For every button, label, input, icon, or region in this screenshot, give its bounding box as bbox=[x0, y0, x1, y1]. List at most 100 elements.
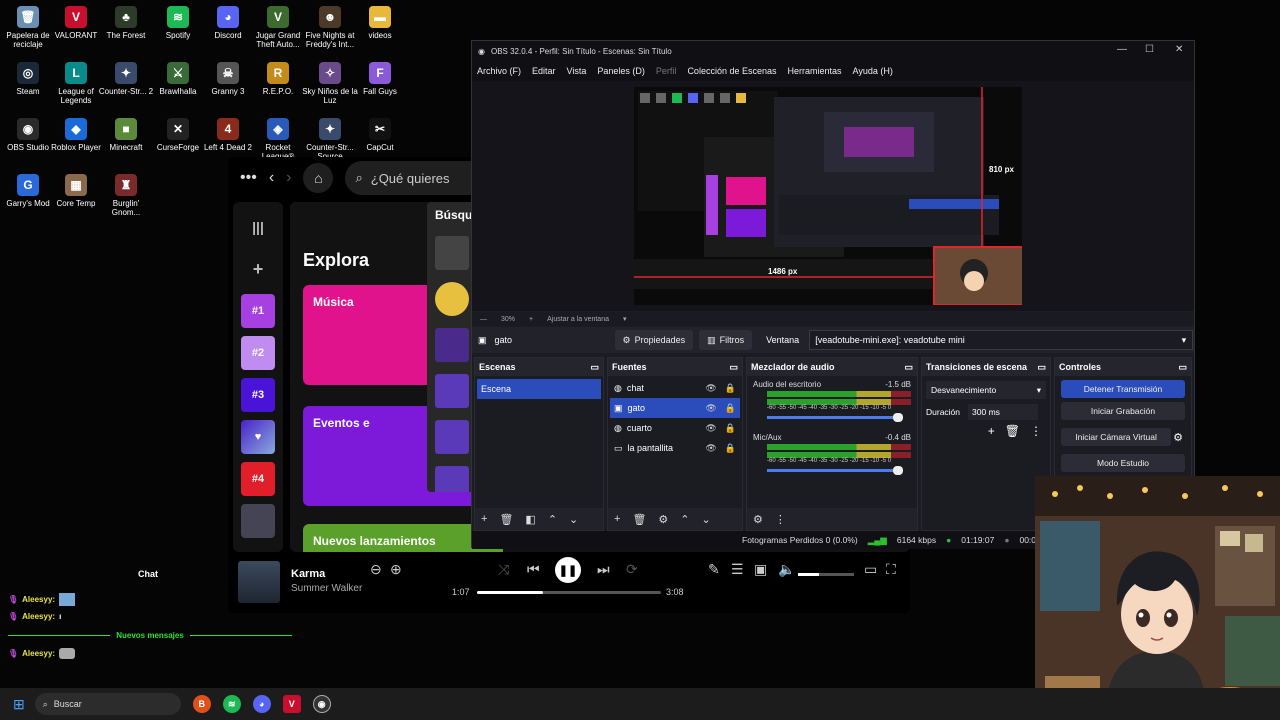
dock-menu-icon[interactable]: ▭ bbox=[590, 362, 599, 373]
source-item[interactable]: ▣ gato 👁 🔒 bbox=[610, 398, 740, 418]
delete-transition-icon[interactable]: 🗑 bbox=[1005, 424, 1020, 438]
pause-button[interactable]: ❚❚ bbox=[555, 557, 581, 583]
window-select[interactable]: [veadotube-mini.exe]: veadotube mini ▾ bbox=[809, 330, 1194, 350]
lock-icon[interactable]: 🔒 bbox=[725, 403, 736, 414]
source-item[interactable]: ◍ cuarto 👁 🔒 bbox=[610, 418, 740, 438]
eye-icon[interactable]: 👁 bbox=[705, 443, 716, 454]
desktop-icon[interactable]: ◕ Discord bbox=[200, 6, 256, 40]
desktop-icon[interactable]: ♜ Burglin' Gnom... bbox=[98, 174, 154, 217]
volume-icon[interactable]: 🔈 bbox=[778, 561, 795, 578]
dock-menu-icon[interactable]: ▭ bbox=[729, 362, 738, 373]
menu-item[interactable]: Vista bbox=[567, 66, 587, 76]
studio-mode-button[interactable]: Modo Estudio bbox=[1061, 454, 1185, 472]
library-tile-4[interactable]: #4 bbox=[241, 462, 275, 496]
add-to-playlist-icon[interactable]: ⊕ bbox=[390, 561, 402, 578]
lock-icon[interactable]: 🔒 bbox=[725, 423, 736, 434]
scene-filter-icon[interactable]: ◧ bbox=[525, 513, 535, 526]
library-tile-2[interactable]: #2 bbox=[241, 336, 275, 370]
desktop-icon[interactable]: ✦ Counter-Str... 2 bbox=[98, 62, 154, 96]
add-transition-icon[interactable]: + bbox=[988, 424, 995, 438]
volume-slider[interactable] bbox=[798, 573, 854, 576]
dock-menu-icon[interactable]: ▭ bbox=[904, 362, 913, 373]
eye-icon[interactable]: 👁 bbox=[705, 423, 716, 434]
zoom-out-icon[interactable]: — bbox=[480, 316, 487, 323]
menu-item[interactable]: Archivo (F) bbox=[477, 66, 521, 76]
desktop-icon[interactable]: ▬ videos bbox=[352, 6, 408, 40]
start-recording-button[interactable]: Iniciar Grabación bbox=[1061, 402, 1185, 420]
properties-button[interactable]: ⚙ Propiedades bbox=[614, 330, 694, 350]
close-icon[interactable]: ✕ bbox=[1175, 44, 1183, 55]
desktop-icon[interactable]: ■ Minecraft bbox=[98, 118, 154, 152]
previous-icon[interactable]: ⏮ bbox=[527, 561, 540, 578]
desktop-icon[interactable]: ♣ The Forest bbox=[98, 6, 154, 40]
transition-select[interactable]: Desvanecimiento ▾ bbox=[926, 381, 1046, 399]
discord-icon[interactable]: ◕ bbox=[252, 695, 271, 713]
obs-preview[interactable]: 1486 px 810 px bbox=[472, 81, 1194, 311]
lyrics-icon[interactable]: ✎ bbox=[708, 561, 720, 578]
library-icon[interactable]: ||| bbox=[241, 210, 275, 244]
devices-icon[interactable]: ▣ bbox=[754, 561, 767, 578]
desktop-icon[interactable]: ◈Rocket League® bbox=[250, 118, 306, 161]
desktop-icon[interactable]: ≋ Spotify bbox=[150, 6, 206, 40]
desktop-icon[interactable]: ✕ CurseForge bbox=[150, 118, 206, 152]
shuffle-icon[interactable]: ⤨ bbox=[498, 561, 509, 578]
desktop-icon[interactable]: ✂ CapCut bbox=[352, 118, 408, 152]
desktop-icon[interactable]: V Jugar Grand Theft Auto... bbox=[250, 6, 306, 49]
desktop-icon[interactable]: ✧ Sky Niños de la Luz bbox=[302, 62, 358, 105]
add-source-icon[interactable]: + bbox=[614, 513, 620, 525]
next-icon[interactable]: ⏭ bbox=[597, 561, 610, 578]
track-artist[interactable]: Summer Walker bbox=[291, 583, 362, 594]
filters-button[interactable]: ▥ Filtros bbox=[699, 330, 753, 350]
liked-songs-tile[interactable]: ♥ bbox=[241, 420, 275, 454]
delete-source-icon[interactable]: 🗑 bbox=[632, 513, 646, 526]
valorant-icon[interactable]: V bbox=[282, 695, 301, 713]
desktop-icon[interactable]: ☻ Five Nights at Freddy's Int... bbox=[302, 6, 358, 49]
add-icon[interactable]: + bbox=[241, 252, 275, 286]
source-item[interactable]: ▭ la pantallita 👁 🔒 bbox=[610, 438, 740, 458]
eye-icon[interactable]: 👁 bbox=[705, 403, 716, 414]
source-settings-icon[interactable]: ⚙ bbox=[658, 513, 668, 526]
windows-start-icon[interactable]: ⊞ bbox=[13, 696, 25, 713]
repeat-icon[interactable]: ⟳ bbox=[626, 561, 638, 578]
library-tile-1[interactable]: #1 bbox=[241, 294, 275, 328]
miniplayer-icon[interactable]: ▭ bbox=[864, 561, 877, 578]
dock-menu-icon[interactable]: ▭ bbox=[1037, 362, 1046, 373]
minimize-icon[interactable]: — bbox=[1117, 44, 1127, 55]
desktop-icon[interactable]: ▦ Core Temp bbox=[48, 174, 104, 208]
stop-streaming-button[interactable]: Detener Transmisión bbox=[1061, 380, 1185, 398]
virtual-camera-button[interactable]: Iniciar Cámara Virtual bbox=[1061, 428, 1172, 446]
add-scene-icon[interactable]: + bbox=[481, 513, 487, 525]
delete-scene-icon[interactable]: 🗑 bbox=[499, 513, 513, 526]
transition-menu-icon[interactable]: ⋮ bbox=[1030, 424, 1042, 438]
gear-icon[interactable]: ⚙ bbox=[1173, 431, 1183, 444]
track-title[interactable]: Karma bbox=[291, 568, 325, 580]
fit-window-label[interactable]: Ajustar a la ventana bbox=[547, 316, 609, 323]
volume-slider[interactable] bbox=[767, 466, 903, 475]
desktop-icon[interactable]: L League of Legends bbox=[48, 62, 104, 105]
move-down-icon[interactable]: ⌄ bbox=[702, 513, 711, 526]
menu-item[interactable]: Editar bbox=[532, 66, 556, 76]
desktop-icon[interactable]: ☠ Granny 3 bbox=[200, 62, 256, 96]
advanced-audio-icon[interactable]: ⚙ bbox=[753, 513, 763, 526]
desktop-icon[interactable]: R R.E.P.O. bbox=[250, 62, 306, 96]
remove-icon[interactable]: ⊖ bbox=[370, 561, 382, 578]
zoom-dropdown-icon[interactable]: ▾ bbox=[623, 315, 627, 323]
forward-icon[interactable]: › bbox=[286, 169, 291, 187]
menu-item[interactable]: Paneles (D) bbox=[597, 66, 645, 76]
move-up-icon[interactable]: ⌃ bbox=[548, 513, 557, 526]
spotify-icon[interactable]: ≋ bbox=[222, 695, 241, 713]
fullscreen-icon[interactable]: ⛶ bbox=[886, 561, 896, 578]
desktop-icon[interactable]: ✦Counter-Str... Source bbox=[302, 118, 358, 161]
obs-icon[interactable]: ◉ bbox=[312, 695, 331, 713]
queue-icon[interactable]: ☰ bbox=[731, 561, 744, 578]
volume-slider[interactable] bbox=[767, 413, 903, 422]
duration-input[interactable]: 300 ms bbox=[968, 404, 1039, 420]
home-icon[interactable]: ⌂ bbox=[303, 163, 334, 193]
desktop-icon[interactable]: F Fall Guys bbox=[352, 62, 408, 96]
source-item[interactable]: ◍ chat 👁 🔒 bbox=[610, 378, 740, 398]
maximize-icon[interactable]: ☐ bbox=[1145, 44, 1154, 55]
desktop-icon[interactable]: 4 Left 4 Dead 2 bbox=[200, 118, 256, 152]
desktop-icon[interactable]: ◆ Roblox Player bbox=[48, 118, 104, 152]
progress-bar[interactable] bbox=[477, 591, 661, 594]
menu-item[interactable]: Ayuda (H) bbox=[853, 66, 893, 76]
